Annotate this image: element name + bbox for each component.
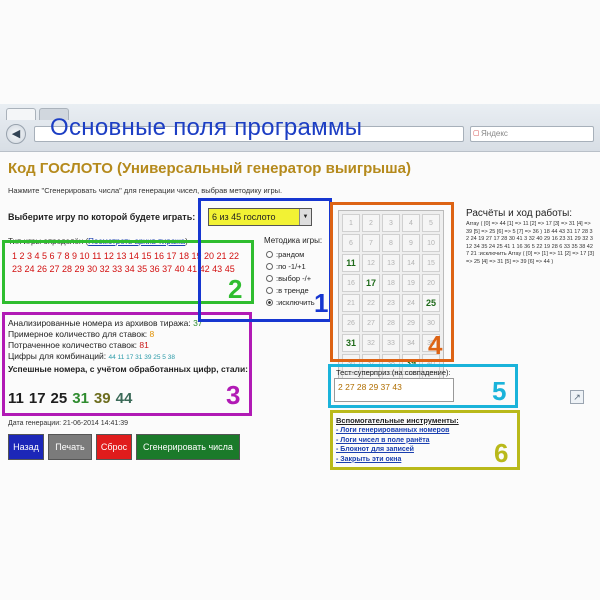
calc-title: Расчёты и ход работы: [466, 208, 573, 219]
expand-icon[interactable]: ↗ [570, 390, 584, 404]
grid-cell[interactable]: 24 [402, 294, 420, 312]
grid-cell[interactable]: 16 [342, 274, 360, 292]
superprize-label: Тест-суперприз (на совпадение): [336, 368, 451, 377]
result-number: 31 [72, 390, 89, 407]
stat-spent: Потраченное количество ставок: 81 [8, 340, 149, 350]
grid-cell[interactable]: 8 [382, 234, 400, 252]
grid-cell[interactable]: 33 [382, 334, 400, 352]
annotation-number-5: 5 [492, 376, 507, 406]
grid-cell[interactable]: 22 [362, 294, 380, 312]
method-option-label: :в тренде [276, 285, 309, 295]
grid-cell[interactable]: 26 [342, 314, 360, 332]
grid-cell[interactable]: 34 [402, 334, 420, 352]
grid-cell[interactable]: 17 [362, 274, 380, 292]
method-option[interactable]: :по -1/+1 [266, 260, 326, 272]
grid-cell[interactable]: 5 [422, 214, 440, 232]
game-type-label: Тип игры определён (Посмотреть архив тир… [8, 237, 188, 246]
grid-cell[interactable]: 29 [402, 314, 420, 332]
back-arrow-icon[interactable]: ◀ [6, 124, 26, 144]
annotation-number-3: 3 [226, 380, 241, 410]
generation-date: Дата генерации: 21-06-2014 14:41:39 [8, 420, 129, 427]
grid-cell[interactable]: 1 [342, 214, 360, 232]
method-option[interactable]: :рандом [266, 248, 326, 260]
annotation-number-1: 1 [314, 288, 329, 318]
instruction-text: Нажмите "Сгенерировать числа" для генера… [8, 186, 283, 195]
method-option-label: :рандом [276, 249, 305, 259]
calc-panel: Расчёты и ход работы: Array ( [0] => 44 … [466, 208, 594, 266]
tools-title: Вспомогательные инструменты: [336, 416, 459, 425]
grid-cell[interactable]: 18 [382, 274, 400, 292]
method-title: Методика игры: [264, 236, 323, 245]
grid-cell[interactable]: 3 [382, 214, 400, 232]
grid-cell[interactable]: 32 [362, 334, 380, 352]
game-select[interactable]: 6 из 45 гослото ▼ [208, 208, 312, 226]
generate-button[interactable]: Сгенерировать числа [136, 434, 240, 460]
radio-button[interactable] [266, 298, 273, 306]
annotation-number-2: 2 [228, 274, 243, 304]
stat-analyzed: Анализированные номера из архивов тиража… [8, 318, 203, 328]
stat-combo: Цифры для комбинаций: 44 11 17 31 39 25 … [8, 351, 175, 361]
game-select-label: Выберите игру по которой будете играть: [8, 212, 196, 222]
back-button[interactable]: Назад [8, 434, 44, 460]
radio-button[interactable] [266, 286, 273, 294]
radio-button[interactable] [266, 262, 273, 270]
grid-cell[interactable]: 23 [382, 294, 400, 312]
grid-cell[interactable]: 6 [342, 234, 360, 252]
grid-cell[interactable]: 14 [402, 254, 420, 272]
archive-link[interactable]: Посмотреть архив тиража [88, 237, 185, 246]
archive-numbers: 1 2 3 4 5 6 7 8 9 10 11 12 13 14 15 16 1… [12, 251, 240, 274]
grid-cell[interactable]: 15 [422, 254, 440, 272]
annotation-number-4: 4 [428, 330, 443, 360]
grid-cell[interactable]: 28 [382, 314, 400, 332]
game-select-value: 6 из 45 гослото [212, 212, 276, 222]
success-label: Успешные номера, с учётом обработанных ц… [8, 364, 249, 374]
grid-cell[interactable]: 10 [422, 234, 440, 252]
grid-cell[interactable]: 25 [422, 294, 440, 312]
tool-link-generated-logs[interactable]: - Логи генерированных номеров [336, 427, 476, 437]
grid-cell[interactable]: 19 [402, 274, 420, 292]
grid-cell[interactable]: 13 [382, 254, 400, 272]
tool-link-close[interactable]: - Закрыть эти окна [336, 456, 476, 466]
stat-approx: Примерное количество для ставок: 8 [8, 329, 155, 339]
print-button[interactable]: Печать [48, 434, 92, 460]
grid-cell[interactable]: 12 [362, 254, 380, 272]
reset-button[interactable]: Сброс [96, 434, 132, 460]
grid-cell[interactable]: 31 [342, 334, 360, 352]
browser-tab[interactable] [6, 108, 36, 120]
method-option-label: :по -1/+1 [276, 261, 306, 271]
tools-panel: Вспомогательные инструменты: - Логи гене… [336, 416, 476, 465]
grid-cell[interactable]: 11 [342, 254, 360, 272]
grid-cell[interactable]: 9 [402, 234, 420, 252]
stats-panel: Анализированные номера из архивов тиража… [8, 318, 254, 362]
result-number: 25 [50, 390, 68, 407]
search-box[interactable]: Яндекс [470, 126, 594, 142]
method-option-label: :выбор -/+ [276, 273, 312, 283]
grid-cell[interactable]: 7 [362, 234, 380, 252]
result-number: 17 [28, 390, 46, 407]
result-numbers: 11 17 25 31 39 44 [8, 390, 137, 407]
superprize-field[interactable]: 2 27 28 29 37 43 [334, 378, 454, 402]
grid-cell[interactable]: 27 [362, 314, 380, 332]
radio-button[interactable] [266, 274, 273, 282]
method-option-label: :исключить [276, 297, 315, 307]
tool-link-notepad[interactable]: - Блокнот для записей [336, 446, 476, 456]
result-number: 11 [8, 390, 24, 407]
calc-log: Array ( [0] => 44 [1] => 11 [2] => 17 [3… [466, 221, 594, 265]
result-number: 39 [93, 390, 111, 407]
grid-cell[interactable]: 20 [422, 274, 440, 292]
banner-title: Основные поля программы [50, 114, 363, 141]
method-option[interactable]: :выбор -/+ [266, 272, 326, 284]
grid-cell[interactable]: 21 [342, 294, 360, 312]
grid-cell[interactable]: 4 [402, 214, 420, 232]
radio-button[interactable] [266, 250, 273, 258]
tool-link-field-logs[interactable]: - Логи чисел в поле ранёта [336, 437, 476, 447]
chevron-down-icon[interactable]: ▼ [299, 209, 311, 225]
grid-cell[interactable]: 2 [362, 214, 380, 232]
result-number: 44 [115, 390, 133, 407]
annotation-number-6: 6 [494, 438, 509, 468]
page-title: Код ГОСЛОТО (Универсальный генератор выи… [8, 160, 411, 177]
